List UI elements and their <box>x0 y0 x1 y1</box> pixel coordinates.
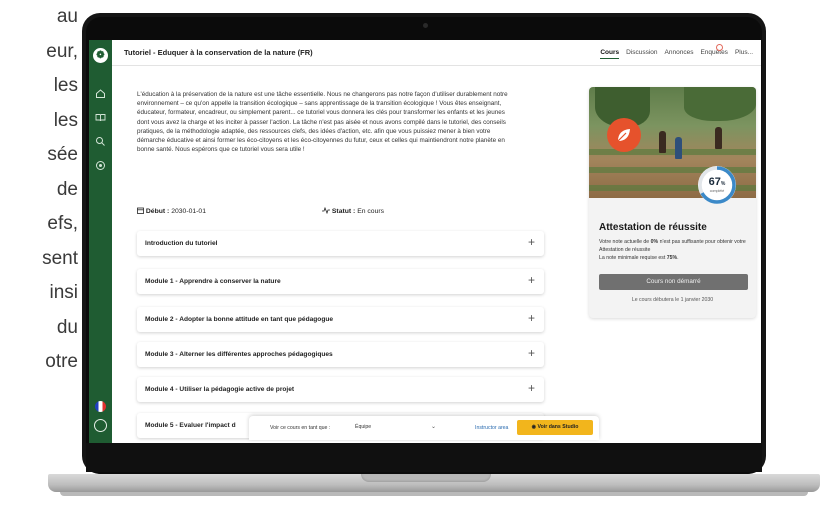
course-nav: Cours Discussion Annonces Enquêtes Plus.… <box>600 49 753 59</box>
side-line: les <box>53 75 78 96</box>
laptop-shadow <box>60 492 808 496</box>
course-status-button[interactable]: Cours non démarré <box>599 274 748 290</box>
view-as-value: Équipe <box>355 424 372 430</box>
expand-icon[interactable]: + <box>528 274 535 286</box>
module-title: Module 1 - Apprendre à conserver la natu… <box>145 278 281 285</box>
app-logo[interactable]: ❁ <box>93 48 108 63</box>
stage: au eur, les les sée de efs, sent insi du… <box>0 0 834 515</box>
tab-discussion[interactable]: Discussion <box>626 49 657 59</box>
side-line: otre <box>45 351 78 372</box>
start-value: 2030-01-01 <box>171 208 206 215</box>
expand-icon[interactable]: + <box>528 312 535 324</box>
tab-plus[interactable]: Plus... <box>735 49 753 59</box>
side-line: sent <box>42 247 78 269</box>
staff-bar: Voir ce cours en tant que : Équipe ⌄ Ins… <box>249 416 599 440</box>
module-title: Module 5 - Evaluer l'impact d <box>145 422 236 429</box>
side-line: efs, <box>47 213 78 234</box>
laptop-chin <box>86 443 762 472</box>
tab-annonces[interactable]: Annonces <box>665 49 694 59</box>
module-accordion[interactable]: Module 3 - Alterner les différentes appr… <box>137 342 544 367</box>
side-line: du <box>56 316 78 338</box>
expand-icon[interactable]: + <box>528 236 535 248</box>
module-title: Module 3 - Alterner les différentes appr… <box>145 351 333 358</box>
laptop-notch <box>361 474 491 482</box>
calendar-icon <box>137 207 144 214</box>
chevron-down-icon: ⌄ <box>430 424 436 430</box>
progress-ring: 67% complété <box>695 163 739 207</box>
progress-caption: complété <box>709 189 725 193</box>
view-in-studio-button[interactable]: ◉ Voir dans Studio <box>517 420 593 435</box>
side-line: au <box>56 6 78 27</box>
course-status: Statut : En cours <box>322 206 385 215</box>
status-label: Statut : <box>331 208 356 215</box>
leaf-icon <box>607 118 641 152</box>
progress-value: 67% <box>708 176 726 188</box>
tab-enquetes[interactable]: Enquêtes <box>700 49 727 59</box>
search-icon[interactable] <box>95 136 106 147</box>
expand-icon[interactable]: + <box>528 382 535 394</box>
side-line: eur, <box>46 40 78 62</box>
side-line: de <box>56 178 78 200</box>
side-line: insi <box>49 282 78 303</box>
module-title: Module 4 - Utiliser la pédagogie active … <box>145 386 295 393</box>
status-value: En cours <box>357 208 385 215</box>
certificate-card: 67% complété Attestation de réussite Vot… <box>589 87 756 318</box>
laptop-screen: ❁ Tutoriel - Eduquer à la conservation d… <box>89 40 761 443</box>
app-sidebar: ❁ <box>89 40 112 443</box>
module-title: Module 2 - Adopter la bonne attitude en … <box>145 316 334 323</box>
view-as-select[interactable]: Équipe ⌄ <box>350 421 442 434</box>
start-date: Début : 2030-01-01 <box>137 207 206 215</box>
side-line: sée <box>47 144 78 165</box>
module-accordion[interactable]: Module 4 - Utiliser la pédagogie active … <box>137 377 544 402</box>
module-accordion[interactable]: Module 1 - Apprendre à conserver la natu… <box>137 269 544 294</box>
camera-icon <box>423 23 428 28</box>
notification-badge-icon <box>716 44 723 51</box>
language-flag-icon[interactable] <box>95 401 106 412</box>
expand-icon[interactable]: + <box>528 347 535 359</box>
certificate-text: Votre note actuelle de 0% n'est pas suff… <box>599 239 746 261</box>
tab-cours[interactable]: Cours <box>600 49 620 59</box>
home-icon[interactable] <box>95 88 106 99</box>
side-paragraph: au eur, les les sée de efs, sent insi du… <box>0 0 78 380</box>
instructor-area-link[interactable]: Instructor area <box>475 425 508 431</box>
course-description: L'éducation à la préservation de la natu… <box>137 91 508 154</box>
view-as-label: Voir ce cours en tant que : <box>270 425 331 431</box>
course-header: Tutoriel - Eduquer à la conservation de … <box>112 40 761 66</box>
certificate-title: Attestation de réussite <box>599 222 707 233</box>
activity-icon <box>322 206 330 215</box>
module-accordion[interactable]: Introduction du tutoriel + <box>137 231 544 256</box>
module-title: Introduction du tutoriel <box>145 240 218 247</box>
radio-icon[interactable] <box>95 160 106 171</box>
certificate-footnote: Le cours débutera le 1 janvier 2030 <box>631 297 714 303</box>
module-accordion[interactable]: Module 2 - Adopter la bonne attitude en … <box>137 307 544 332</box>
side-line: les <box>53 109 78 131</box>
user-icon[interactable] <box>94 419 107 432</box>
book-icon[interactable] <box>95 112 106 123</box>
start-label: Début : <box>145 208 170 215</box>
course-title: Tutoriel - Eduquer à la conservation de … <box>124 48 313 57</box>
